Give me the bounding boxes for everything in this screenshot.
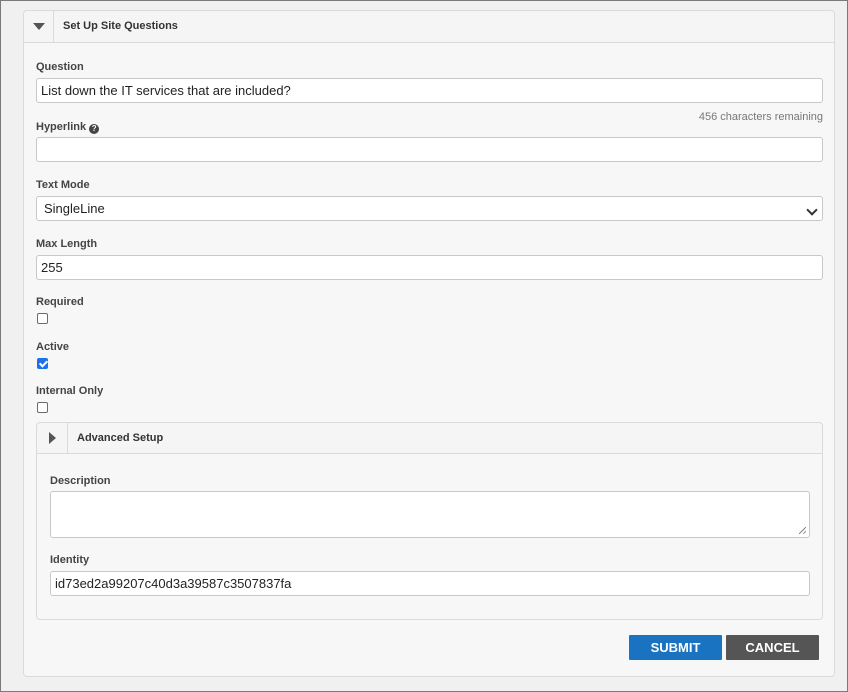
hyperlink-label: Hyperlink? — [36, 121, 100, 134]
cancel-button[interactable]: CANCEL — [726, 635, 819, 660]
setup-questions-panel: Set Up Site Questions Question List down… — [23, 10, 835, 677]
max-length-input[interactable]: 255 — [36, 255, 823, 280]
caret-down-icon — [32, 23, 45, 30]
text-mode-selected: SingleLine — [44, 201, 105, 216]
identity-label: Identity — [50, 554, 90, 566]
hyperlink-input[interactable] — [36, 137, 823, 162]
max-length-label: Max Length — [36, 238, 98, 250]
collapse-toggle[interactable] — [24, 11, 54, 42]
active-checkbox[interactable] — [37, 358, 48, 369]
chevron-down-icon — [806, 204, 818, 216]
internal-only-label: Internal Only — [36, 385, 104, 397]
panel-header: Set Up Site Questions — [24, 11, 834, 43]
caret-right-icon — [48, 432, 56, 444]
question-input[interactable]: List down the IT services that are inclu… — [36, 78, 823, 103]
description-textarea[interactable] — [50, 491, 810, 538]
advanced-setup-title: Advanced Setup — [77, 432, 164, 444]
text-mode-label: Text Mode — [36, 179, 90, 191]
chars-remaining: 456 characters remaining — [698, 111, 823, 123]
question-circle-icon[interactable]: ? — [89, 124, 100, 134]
identity-value: id73ed2a99207c40d3a39587c3507837fa — [55, 576, 292, 591]
panel-title: Set Up Site Questions — [63, 20, 178, 32]
question-value: List down the IT services that are inclu… — [41, 83, 291, 98]
required-label: Required — [36, 296, 84, 308]
resize-handle-icon[interactable] — [799, 527, 806, 534]
internal-only-checkbox[interactable] — [37, 402, 48, 413]
question-label: Question — [36, 61, 84, 73]
advanced-setup-body: Description Identity id73ed2a99207c40d3a… — [36, 454, 823, 620]
hyperlink-label-text: Hyperlink — [36, 121, 87, 133]
active-label: Active — [36, 341, 70, 353]
submit-button[interactable]: SUBMIT — [629, 635, 722, 660]
max-length-value: 255 — [41, 260, 63, 275]
required-checkbox[interactable] — [37, 313, 48, 324]
advanced-toggle[interactable] — [37, 423, 68, 453]
text-mode-select[interactable]: SingleLine — [36, 196, 823, 221]
description-label: Description — [50, 475, 111, 487]
advanced-setup-header[interactable]: Advanced Setup — [36, 422, 823, 454]
identity-input[interactable]: id73ed2a99207c40d3a39587c3507837fa — [50, 571, 810, 596]
